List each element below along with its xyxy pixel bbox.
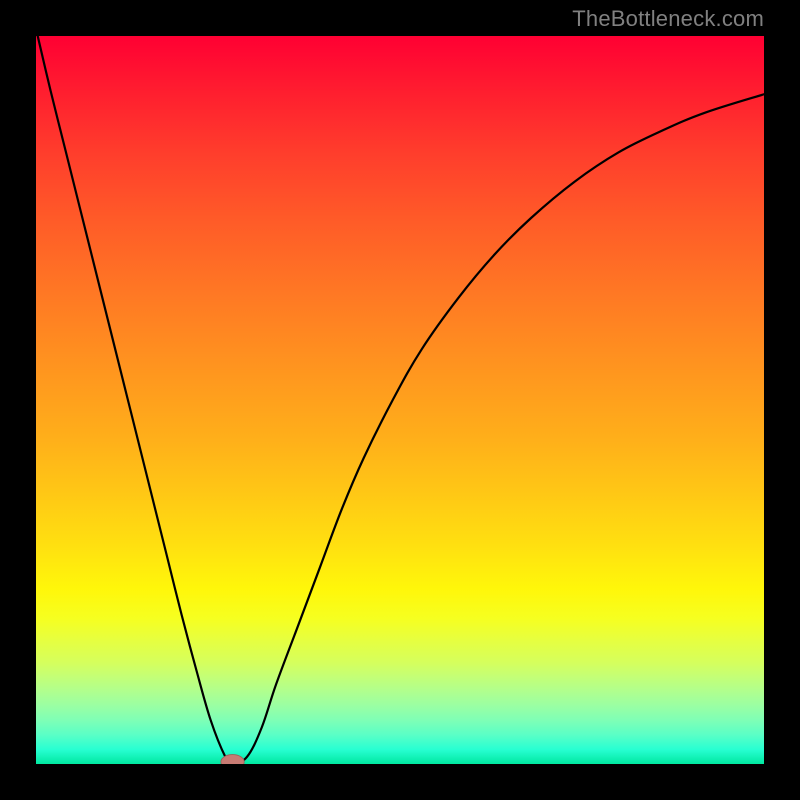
- plot-area: [36, 36, 764, 764]
- curve-layer: [36, 36, 764, 764]
- chart-frame: TheBottleneck.com: [0, 0, 800, 800]
- watermark-text: TheBottleneck.com: [572, 6, 764, 32]
- bottleneck-curve: [36, 36, 764, 764]
